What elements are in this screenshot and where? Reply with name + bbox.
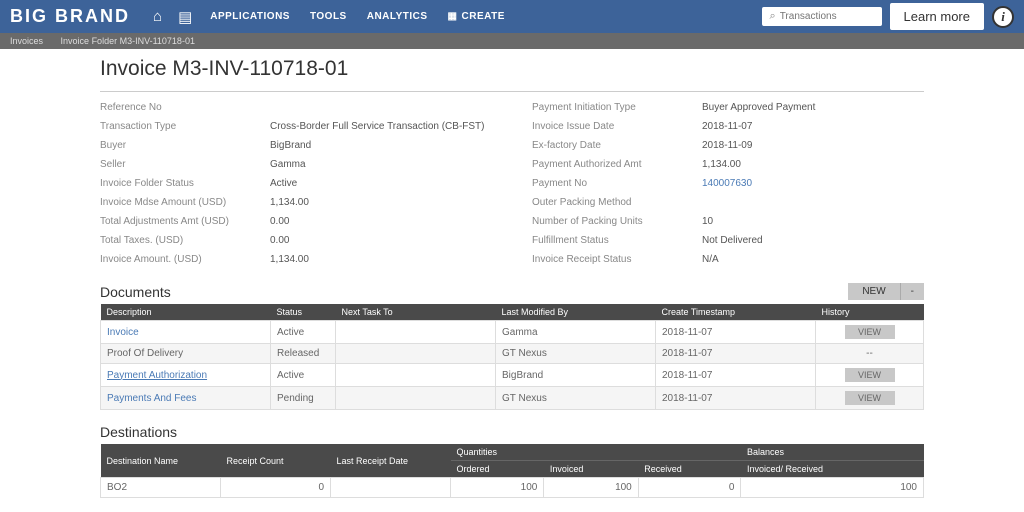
detail-row: Ex-factory Date2018-11-09: [532, 136, 924, 155]
view-button[interactable]: VIEW: [845, 391, 895, 405]
view-button[interactable]: VIEW: [845, 368, 895, 382]
doc-row: Payment AuthorizationActiveBigBrand2018-…: [101, 364, 924, 387]
col-history: History: [816, 304, 924, 321]
doc-link[interactable]: Payments And Fees: [107, 393, 197, 404]
detail-row: Invoice Folder StatusActive: [100, 174, 492, 193]
col-status: Status: [271, 304, 336, 321]
nav-applications[interactable]: APPLICATIONS: [210, 11, 290, 22]
destinations-table: Destination Name Receipt Count Last Rece…: [100, 444, 924, 498]
doc-link: Proof Of Delivery: [107, 348, 183, 359]
col-invoiced: Invoiced: [544, 461, 638, 478]
detail-row: BuyerBigBrand: [100, 136, 492, 155]
nav-analytics[interactable]: ANALYTICS: [367, 11, 428, 22]
home-icon[interactable]: ⌂: [153, 8, 162, 25]
detail-row: Total Adjustments Amt (USD)0.00: [100, 212, 492, 231]
detail-row: Number of Packing Units10: [532, 212, 924, 231]
document-icon: ▦: [448, 11, 458, 22]
detail-row: Outer Packing Method: [532, 193, 924, 212]
detail-row: Invoice Amount. (USD)1,134.00: [100, 250, 492, 269]
detail-row: Total Taxes. (USD)0.00: [100, 231, 492, 250]
detail-row: Reference No: [100, 98, 492, 117]
detail-row: Invoice Mdse Amount (USD)1,134.00: [100, 193, 492, 212]
doc-row: Proof Of DeliveryReleasedGT Nexus2018-11…: [101, 344, 924, 364]
learn-more-button[interactable]: Learn more: [890, 3, 984, 30]
detail-row: Invoice Issue Date2018-11-07: [532, 117, 924, 136]
col-receipt-count: Receipt Count: [221, 444, 331, 478]
info-icon[interactable]: i: [992, 6, 1014, 28]
detail-row: Transaction TypeCross-Border Full Servic…: [100, 117, 492, 136]
logo: BIG BRAND: [10, 6, 130, 27]
col-ordered: Ordered: [451, 461, 544, 478]
doc-row: InvoiceActiveGamma2018-11-07VIEW: [101, 321, 924, 344]
new-dropdown[interactable]: -: [901, 283, 924, 300]
dest-row: BO2 0 100 100 0 100: [101, 478, 924, 498]
nav-create[interactable]: ▦CREATE: [448, 11, 505, 22]
col-quantities: Quantities: [451, 444, 741, 461]
search-input[interactable]: [780, 11, 860, 22]
documents-heading: Documents: [100, 284, 171, 300]
col-received: Received: [638, 461, 741, 478]
col-balances: Balances: [741, 444, 924, 461]
col-description: Description: [101, 304, 271, 321]
detail-row: Fulfillment StatusNot Delivered: [532, 231, 924, 250]
search-icon: ⌕: [770, 10, 776, 23]
doc-row: Payments And FeesPendingGT Nexus2018-11-…: [101, 387, 924, 410]
detail-row: Payment No140007630: [532, 174, 924, 193]
detail-row: Payment Authorized Amt1,134.00: [532, 155, 924, 174]
documents-table: Description Status Next Task To Last Mod…: [100, 304, 924, 410]
breadcrumb: Invoices Invoice Folder M3-INV-110718-01: [0, 33, 1024, 49]
col-next: Next Task To: [336, 304, 496, 321]
search-box[interactable]: ⌕: [762, 7, 882, 26]
page-title: Invoice M3-INV-110718-01: [100, 57, 924, 81]
destinations-heading: Destinations: [100, 424, 177, 440]
detail-row: SellerGamma: [100, 155, 492, 174]
col-inv-rec: Invoiced/ Received: [741, 461, 924, 478]
view-button[interactable]: VIEW: [845, 325, 895, 339]
doc-link[interactable]: Invoice: [107, 327, 139, 338]
breadcrumb-folder[interactable]: Invoice Folder M3-INV-110718-01: [61, 36, 195, 46]
detail-row: Invoice Receipt StatusN/A: [532, 250, 924, 269]
col-create: Create Timestamp: [656, 304, 816, 321]
doc-link[interactable]: Payment Authorization: [107, 370, 207, 381]
breadcrumb-invoices[interactable]: Invoices: [10, 36, 43, 46]
nav-tools[interactable]: TOOLS: [310, 11, 347, 22]
detail-row: Payment Initiation TypeBuyer Approved Pa…: [532, 98, 924, 117]
col-last: Last Modified By: [496, 304, 656, 321]
new-button[interactable]: NEW: [848, 283, 900, 300]
col-last-receipt: Last Receipt Date: [331, 444, 451, 478]
col-dest-name: Destination Name: [101, 444, 221, 478]
clipboard-icon[interactable]: ▤: [178, 8, 192, 26]
